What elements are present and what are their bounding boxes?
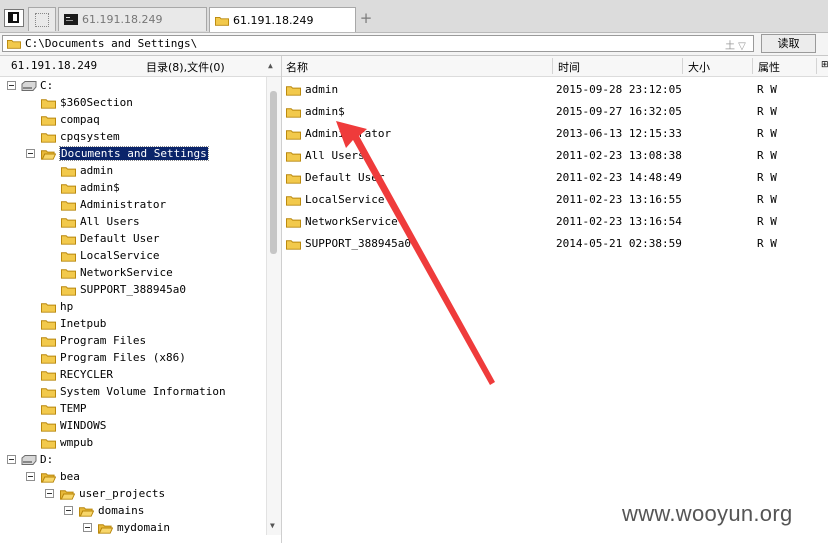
folder-icon — [41, 132, 56, 143]
open-folder-icon — [79, 506, 94, 517]
column-header-time[interactable]: 时间 — [558, 59, 580, 75]
tree-item[interactable]: mydomain — [98, 519, 170, 535]
folder-icon — [61, 285, 76, 296]
folder-icon — [215, 16, 229, 26]
drive-icon — [21, 80, 37, 91]
folder-icon — [41, 115, 56, 126]
folder-icon — [61, 234, 76, 245]
column-header-name[interactable]: 名称 — [286, 59, 308, 75]
collapse-toggle[interactable] — [7, 81, 16, 90]
scroll-down-icon[interactable]: ▼ — [270, 521, 275, 530]
tree-item[interactable]: cpqsystem — [41, 128, 120, 145]
tree-item-drive-c[interactable]: C: — [21, 77, 53, 94]
path-dropdown-icon[interactable]: 土 ▽ — [725, 37, 746, 52]
folder-icon — [41, 98, 56, 109]
tree-item[interactable]: Program Files (x86) — [41, 349, 186, 366]
column-headers: 名称 时间 大小 属性 ⊞ — [282, 56, 828, 77]
folder-icon — [61, 166, 76, 177]
add-tab-button[interactable]: + — [359, 10, 373, 26]
tree-item[interactable]: RECYCLER — [41, 366, 113, 383]
tab-bar: 61.191.18.249 61.191.18.249 + — [0, 0, 828, 33]
folder-tree[interactable]: C: $360Section compaq cpqsystem Document… — [0, 77, 266, 535]
tree-item[interactable]: SUPPORT_388945a0 — [61, 281, 186, 298]
dir-summary: 目录(8),文件(0) — [146, 61, 225, 74]
tree-item[interactable]: Inetpub — [41, 315, 106, 332]
tab-blank[interactable] — [28, 7, 56, 31]
tree-item[interactable]: domains — [79, 502, 144, 519]
tree-item-drive-d[interactable]: D: — [21, 451, 53, 468]
tree-item[interactable]: All Users — [61, 213, 140, 230]
tree-item[interactable]: user_projects — [60, 485, 165, 502]
header-expand-icon[interactable]: ⊞ — [821, 60, 828, 70]
scrollbar-thumb[interactable] — [270, 91, 277, 254]
tree-item[interactable]: wmpub — [41, 434, 93, 451]
tree-item[interactable]: LocalService — [61, 247, 159, 264]
tree-item[interactable]: $360Section — [41, 94, 133, 111]
collapse-toggle[interactable] — [83, 523, 92, 532]
collapse-toggle[interactable] — [45, 489, 54, 498]
tree-item[interactable]: TEMP — [41, 400, 87, 417]
tree-item[interactable]: compaq — [41, 111, 100, 128]
folder-icon — [41, 387, 56, 398]
red-arrow-annotation — [336, 121, 495, 385]
tree-item-documents-and-settings[interactable]: Documents and Settings — [41, 145, 209, 162]
open-folder-icon — [60, 489, 75, 500]
collapse-toggle[interactable] — [64, 506, 73, 515]
collapse-toggle[interactable] — [26, 149, 35, 158]
column-header-size[interactable]: 大小 — [688, 59, 710, 75]
folder-icon — [41, 404, 56, 415]
tree-item[interactable]: Program Files — [41, 332, 146, 349]
address-bar: C:\Documents and Settings\ 土 ▽ 读取 — [0, 33, 828, 56]
folder-icon — [61, 251, 76, 262]
folder-icon — [41, 438, 56, 449]
tab-terminal[interactable]: 61.191.18.249 — [58, 7, 207, 31]
folder-icon — [41, 302, 56, 313]
path-input[interactable]: C:\Documents and Settings\ 土 ▽ — [2, 35, 754, 52]
folder-icon — [41, 421, 56, 432]
tree-item[interactable]: hp — [41, 298, 73, 315]
folder-icon — [41, 336, 56, 347]
folder-icon — [61, 183, 76, 194]
tree-item[interactable]: Administrator — [61, 196, 166, 213]
tab-file-manager[interactable]: 61.191.18.249 — [209, 7, 356, 32]
folder-icon — [61, 268, 76, 279]
folder-icon — [61, 217, 76, 228]
left-info-bar: 61.191.18.249 目录(8),文件(0) ▲ — [0, 56, 281, 77]
open-folder-icon — [98, 523, 113, 534]
read-button[interactable]: 读取 — [761, 34, 816, 53]
open-folder-icon — [41, 472, 56, 483]
tree-item[interactable]: admin$ — [61, 179, 120, 196]
blank-page-icon — [35, 12, 49, 27]
collapse-toggle[interactable] — [7, 455, 16, 464]
tree-item[interactable]: System Volume Information — [41, 383, 226, 400]
terminal-icon — [64, 14, 78, 25]
column-header-attr[interactable]: 属性 — [758, 59, 780, 75]
folder-icon — [61, 200, 76, 211]
tree-item[interactable]: admin — [61, 162, 113, 179]
folder-icon — [7, 40, 21, 49]
folder-icon — [41, 353, 56, 364]
tree-scrollbar[interactable]: ▼ — [266, 77, 281, 535]
open-folder-icon — [41, 149, 56, 160]
host-label: 61.191.18.249 — [11, 59, 98, 72]
drive-icon — [21, 454, 37, 465]
watermark: www.wooyun.org — [622, 501, 793, 526]
folder-icon — [41, 370, 56, 381]
collapse-toggle[interactable] — [26, 472, 35, 481]
scroll-up-icon[interactable]: ▲ — [268, 61, 273, 70]
tree-item[interactable]: WINDOWS — [41, 417, 106, 434]
tree-item[interactable]: bea — [41, 468, 80, 485]
panel-toggle-button[interactable] — [4, 9, 24, 27]
panel-icon — [8, 12, 19, 23]
path-text: C:\Documents and Settings\ — [25, 37, 198, 50]
folder-icon — [41, 319, 56, 330]
tree-item[interactable]: NetworkService — [61, 264, 173, 281]
tree-item[interactable]: Default User — [61, 230, 159, 247]
